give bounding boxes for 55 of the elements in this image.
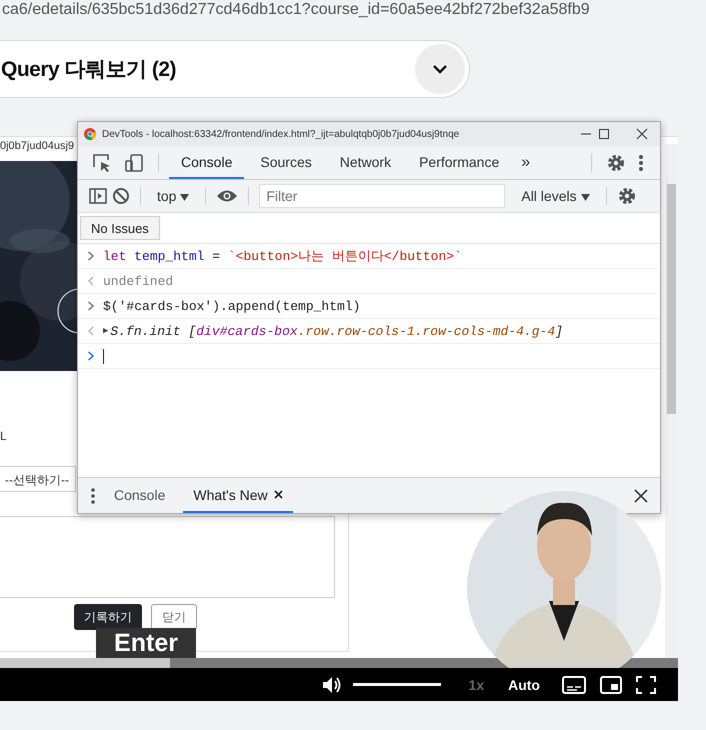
- scrollbar[interactable]: [665, 144, 678, 659]
- settings-icon[interactable]: [616, 186, 636, 206]
- expand-toggle[interactable]: ▶: [103, 326, 108, 336]
- panel-tab[interactable]: Sources: [248, 146, 324, 179]
- captions-icon[interactable]: [562, 676, 586, 694]
- command-text: let temp_html = `<button>나는 버튼이다</button>`: [103, 248, 462, 265]
- result-icon: [87, 326, 95, 336]
- text-cursor: [103, 348, 104, 364]
- volume-slider[interactable]: [352, 683, 441, 686]
- chevron-icon: [432, 64, 448, 74]
- volume-icon[interactable]: [320, 674, 343, 694]
- eye-icon[interactable]: [216, 188, 238, 204]
- panel-tab[interactable]: Performance: [407, 146, 512, 179]
- quality-button[interactable]: Auto: [508, 676, 540, 692]
- record-button[interactable]: 기록하기: [74, 604, 142, 630]
- field-label: L: [0, 429, 7, 443]
- address-text: 0j0b7jud04usj9: [0, 140, 74, 152]
- close-icon[interactable]: [274, 490, 283, 499]
- command-text: $('#cards-box').append(temp_html): [103, 298, 360, 314]
- levels-dropdown[interactable]: All levels: [515, 188, 596, 204]
- drawer-tab[interactable]: Console: [104, 478, 176, 513]
- device-icon[interactable]: [124, 152, 144, 172]
- context-dropdown[interactable]: top: [151, 188, 196, 204]
- drawer-tab[interactable]: What's New: [183, 478, 293, 513]
- prompt-icon: [87, 251, 95, 261]
- lesson-title: Query 다뤄보기 (2): [1, 57, 178, 83]
- filter-field[interactable]: Filter: [259, 184, 506, 208]
- sidebar-icon[interactable]: [88, 186, 108, 206]
- clear-icon[interactable]: [112, 187, 130, 205]
- more-icon[interactable]: [90, 486, 96, 504]
- prompt-icon: [87, 301, 95, 311]
- more-tabs-button[interactable]: »: [515, 146, 536, 179]
- settings-icon[interactable]: [606, 152, 626, 172]
- close-icon[interactable]: [636, 128, 648, 140]
- speed-button[interactable]: 1x: [468, 676, 484, 692]
- dropdown-arrow-icon: [580, 194, 590, 201]
- output-text: undefined: [103, 274, 174, 288]
- url-text: ca6/edetails/635bc51d36d277cd46db1cc1?course_id=60a5ee42bf272bef32a58fb9: [1, 0, 591, 20]
- panel-tab[interactable]: Network: [328, 146, 404, 179]
- chrome-logo-icon: [84, 128, 96, 140]
- select-field[interactable]: --선택하기--: [0, 466, 76, 492]
- output-text: S.fn.init [div#cards-box.row.row-cols-1.row-cols-md-4.g-4]: [110, 324, 563, 338]
- issues-button[interactable]: No Issues: [80, 216, 160, 240]
- maximize-icon[interactable]: [598, 128, 610, 140]
- close-button[interactable]: 닫기: [151, 604, 197, 630]
- fullscreen-icon[interactable]: [636, 676, 656, 694]
- close-icon[interactable]: [634, 488, 648, 502]
- dropdown-arrow-icon: [180, 194, 190, 201]
- picture-in-picture-icon[interactable]: [600, 676, 622, 694]
- prompt-icon: [87, 351, 95, 361]
- result-icon: [87, 276, 95, 286]
- window-title: DevTools - localhost:63342/frontend/index.html?_ijt=abulqtqb0j0b7jud04usj9tnqe: [102, 128, 460, 140]
- key-overlay: Enter: [96, 628, 196, 658]
- more-icon[interactable]: [638, 152, 644, 172]
- inspect-icon[interactable]: [92, 152, 112, 172]
